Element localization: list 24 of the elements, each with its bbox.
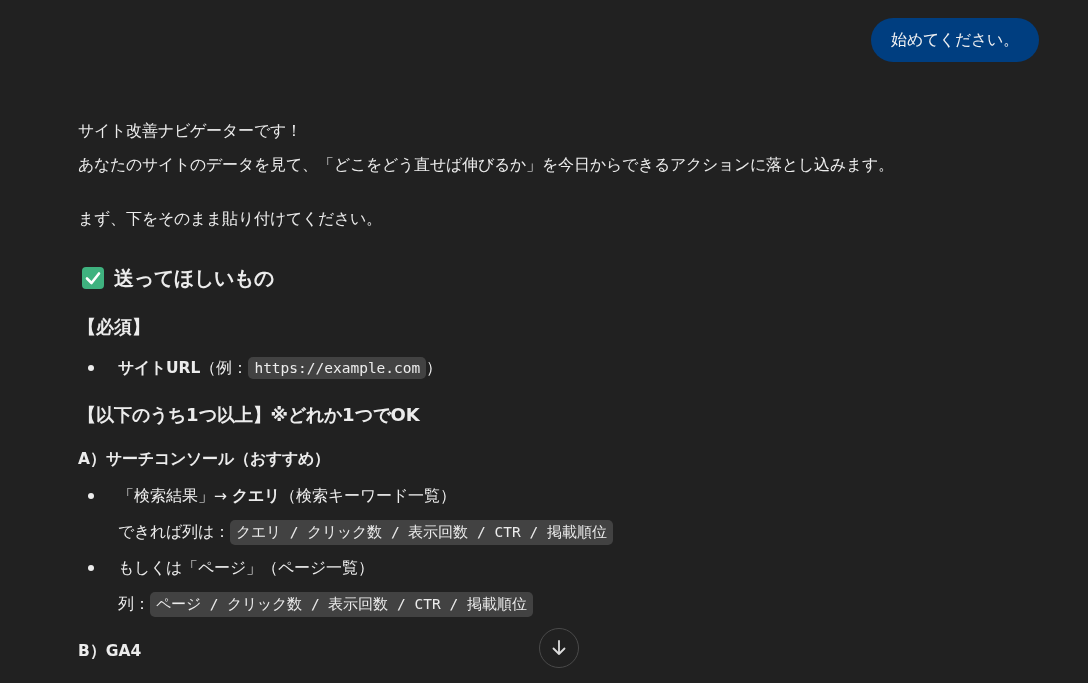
list-text: 「検索結果」→ クエリ（検索キーワード一覧） — [118, 485, 456, 507]
closing-paren: ） — [426, 357, 443, 379]
scroll-down-button[interactable] — [539, 628, 579, 668]
section-heading: 【必須】 — [78, 315, 150, 339]
paragraph-text: あなたのサイトのデータを見て、「どこをどう直せば伸びるか」を今日からできるアクションに落とし込みます。 — [78, 155, 895, 176]
inline-code: ページ / クリック数 / 表示回数 / CTR / 掲載順位 — [150, 591, 533, 617]
subheading: B）GA4 — [78, 641, 142, 662]
bullet — [88, 565, 94, 571]
list-text: もしくは「ページ」（ページ一覧） — [118, 557, 374, 579]
section-heading: 【以下のうち1つ以上】※どれか1つでOK — [78, 403, 420, 427]
heading: 送ってほしいもの — [114, 264, 274, 292]
paragraph-text: サイト改善ナビゲーターです！ — [78, 121, 303, 142]
bullet — [88, 493, 94, 499]
subheading: A）サーチコンソール（おすすめ） — [78, 449, 330, 470]
inline-code: クエリ / クリック数 / 表示回数 / CTR / 掲載順位 — [230, 519, 613, 545]
bullet — [88, 365, 94, 371]
paragraph-text: まず、下をそのまま貼り付けてください。 — [78, 209, 383, 230]
list-text: 列： — [118, 593, 150, 615]
inline-code: https://example.com — [248, 357, 427, 379]
list-text: サイトURL（例： — [118, 357, 249, 379]
user-message: 始めてください。 — [871, 18, 1039, 62]
list-text: できれば列は： — [118, 521, 230, 543]
check-box-icon — [82, 267, 104, 289]
arrow-down-icon — [550, 639, 568, 657]
